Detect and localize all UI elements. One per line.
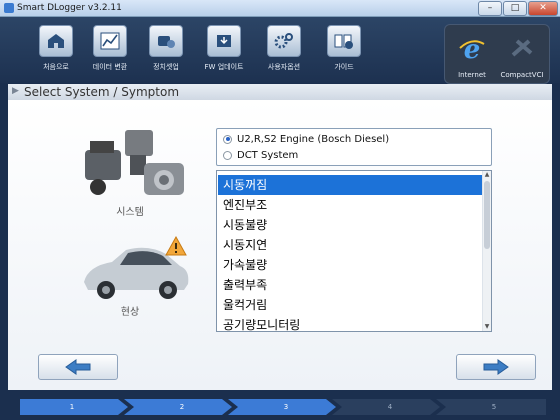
device-setup-icon [149, 25, 183, 57]
list-item[interactable]: 울컥거림 [218, 295, 487, 315]
scroll-up-icon[interactable]: ▲ [483, 171, 491, 179]
toolbar-home-button[interactable]: 처음으로 [30, 25, 82, 72]
system-option-label: DCT System [237, 149, 299, 161]
list-item[interactable]: 시동꺼짐 [218, 175, 487, 195]
symptom-caption: 현상 [120, 307, 140, 318]
firmware-update-icon [207, 25, 241, 57]
arrow-right-icon [483, 359, 509, 375]
toolbar-firmware-update-label: FW 업데이트 [204, 63, 244, 71]
header-arrow-icon: ▶ [12, 86, 19, 96]
page-header: ▶ Select System / Symptom [8, 84, 552, 100]
toolbar-data-convert-label: 데이터 변환 [92, 63, 128, 71]
data-convert-icon [93, 25, 127, 57]
radio-selected[interactable] [223, 134, 232, 144]
list-item[interactable]: 시동지연 [218, 235, 487, 255]
step-2: 2 [179, 403, 185, 411]
compactvci-icon [507, 33, 537, 63]
close-button[interactable]: ✕ [528, 1, 558, 16]
minimize-button[interactable]: – [478, 1, 502, 16]
system-caption: 시스템 [116, 207, 144, 218]
internet-connection-button[interactable]: e Internet [447, 29, 497, 79]
main-toolbar: 처음으로 데이터 변환 정치셋업 FW 업데이트 사용자옵션 가이드 e Int… [0, 17, 560, 84]
list-item[interactable]: 공기량모니터링 [218, 315, 487, 331]
list-item[interactable]: 가속불량 [218, 255, 487, 275]
list-item[interactable]: 출력부족 [218, 275, 487, 295]
symptom-list: 시동꺼짐 엔진부조 시동불량 시동지연 가속불량 출력부족 울컥거림 공기량모니… [216, 170, 492, 332]
toolbar-data-convert-button[interactable]: 데이터 변환 [84, 25, 136, 72]
compactvci-label: CompactVCI [500, 71, 544, 79]
internet-label: Internet [458, 71, 486, 79]
step-3: 3 [283, 403, 289, 411]
system-radio-group: U2,R,S2 Engine (Bosch Diesel) DCT System [216, 128, 492, 166]
toolbar-firmware-update-button[interactable]: FW 업데이트 [198, 25, 250, 72]
warning-icon [165, 235, 187, 256]
window-title: Smart DLogger v3.2.11 [17, 3, 122, 13]
app-icon [4, 3, 14, 13]
arrow-left-icon [65, 359, 91, 375]
radio-unselected[interactable] [223, 150, 232, 160]
back-button[interactable] [38, 354, 118, 380]
compactvci-connection-button[interactable]: CompactVCI [497, 29, 547, 79]
step-1: 1 [69, 403, 75, 411]
guide-icon [327, 25, 361, 57]
step-4: 4 [387, 403, 393, 411]
scroll-down-icon[interactable]: ▼ [483, 323, 491, 331]
system-option-dct[interactable]: DCT System [223, 148, 298, 162]
list-item[interactable]: 시동불량 [218, 215, 487, 235]
next-button[interactable] [456, 354, 536, 380]
toolbar-user-options-button[interactable]: 사용자옵션 [258, 25, 310, 72]
scroll-thumb[interactable] [484, 181, 490, 249]
svg-text:e: e [464, 35, 481, 63]
list-scrollbar[interactable]: ▲ ▼ [482, 171, 491, 331]
list-item[interactable]: 엔진부조 [218, 195, 487, 215]
engine-image [80, 125, 190, 210]
toolbar-guide-label: 가이드 [334, 63, 354, 71]
step-5: 5 [491, 403, 497, 411]
maximize-button[interactable]: □ [503, 1, 527, 16]
home-icon [39, 25, 73, 57]
toolbar-device-setup-button[interactable]: 정치셋업 [140, 25, 192, 72]
system-option-engine[interactable]: U2,R,S2 Engine (Bosch Diesel) [223, 132, 389, 146]
toolbar-user-options-label: 사용자옵션 [267, 63, 301, 71]
toolbar-guide-button[interactable]: 가이드 [318, 25, 370, 72]
toolbar-device-setup-label: 정치셋업 [153, 63, 179, 71]
connection-panel: e Internet CompactVCI [444, 24, 550, 84]
steps-progress-bar: 1 2 3 4 5 [0, 390, 560, 420]
window-title-bar: Smart DLogger v3.2.11 – □ ✕ [0, 0, 560, 17]
page-title: Select System / Symptom [24, 85, 180, 99]
system-option-label: U2,R,S2 Engine (Bosch Diesel) [237, 133, 390, 145]
internet-explorer-icon: e [457, 33, 487, 65]
user-options-icon [267, 25, 301, 57]
toolbar-home-label: 처음으로 [43, 63, 69, 71]
